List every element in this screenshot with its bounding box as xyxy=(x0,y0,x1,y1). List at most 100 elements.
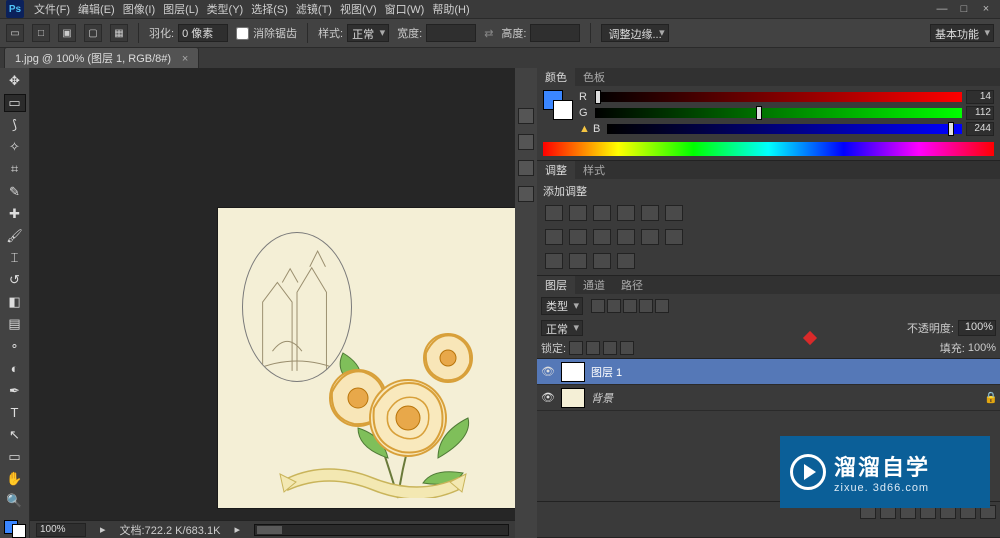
filter-pixel-icon[interactable] xyxy=(591,299,605,313)
menu-select[interactable]: 选择(S) xyxy=(251,1,288,17)
tab-adjustments[interactable]: 调整 xyxy=(537,161,575,179)
invert-icon[interactable] xyxy=(641,229,659,245)
lock-position-icon[interactable] xyxy=(603,341,617,355)
menu-view[interactable]: 视图(V) xyxy=(340,1,377,17)
heal-tool-icon[interactable]: ✚ xyxy=(4,205,26,223)
color-panel-swatch[interactable] xyxy=(543,90,573,120)
actions-panel-icon[interactable] xyxy=(518,134,534,150)
character-panel-icon[interactable] xyxy=(518,160,534,176)
menu-layer[interactable]: 图层(L) xyxy=(163,1,198,17)
pen-tool-icon[interactable]: ✒ xyxy=(4,382,26,400)
menu-edit[interactable]: 编辑(E) xyxy=(78,1,115,17)
hue-icon[interactable] xyxy=(665,205,683,221)
tab-styles[interactable]: 样式 xyxy=(575,161,613,179)
marquee-tool-icon[interactable]: ▭ xyxy=(4,94,26,112)
filter-shape-icon[interactable] xyxy=(639,299,653,313)
feather-input[interactable] xyxy=(178,24,228,42)
window-minimize[interactable]: — xyxy=(934,3,950,15)
visibility-toggle[interactable]: 👁 xyxy=(541,391,555,404)
history-panel-icon[interactable] xyxy=(518,108,534,124)
canvas-area[interactable]: 人間牡丹開 我夢春山空 憶鄉 情 xyxy=(30,68,515,538)
brightness-icon[interactable] xyxy=(545,205,563,221)
background-color[interactable] xyxy=(12,524,26,538)
shape-tool-icon[interactable]: ▭ xyxy=(4,448,26,466)
fill-value[interactable]: 100% xyxy=(968,342,996,354)
refine-edge-button[interactable]: 调整边缘... xyxy=(601,24,668,42)
layer-row-background[interactable]: 👁 背景 🔒 xyxy=(537,385,1000,411)
window-close[interactable]: × xyxy=(978,3,994,15)
gradient-map-icon[interactable] xyxy=(569,253,587,269)
tab-swatches[interactable]: 色板 xyxy=(575,68,613,86)
document-canvas[interactable]: 人間牡丹開 我夢春山空 憶鄉 情 xyxy=(218,208,515,508)
levels-icon[interactable] xyxy=(569,205,587,221)
color-spectrum[interactable] xyxy=(543,142,994,156)
menu-type[interactable]: 类型(Y) xyxy=(207,1,244,17)
tab-layers[interactable]: 图层 xyxy=(537,276,575,294)
wand-tool-icon[interactable]: ✧ xyxy=(4,138,26,156)
g-value[interactable]: 112 xyxy=(966,106,994,120)
layer-thumbnail[interactable] xyxy=(561,388,585,408)
hand-tool-icon[interactable]: ✋ xyxy=(4,470,26,488)
window-maximize[interactable]: □ xyxy=(956,3,972,15)
threshold-icon[interactable] xyxy=(545,253,563,269)
dodge-tool-icon[interactable]: ◐ xyxy=(4,359,26,377)
filter-adjust-icon[interactable] xyxy=(607,299,621,313)
lock-all-icon[interactable] xyxy=(620,341,634,355)
style-dropdown[interactable]: 正常 xyxy=(347,24,389,42)
new-selection-icon[interactable]: □ xyxy=(32,24,50,42)
g-slider[interactable] xyxy=(595,108,962,118)
history-brush-tool-icon[interactable]: ↺ xyxy=(4,271,26,289)
vibrance-icon[interactable] xyxy=(641,205,659,221)
visibility-toggle[interactable]: 👁 xyxy=(541,365,555,378)
eyedropper-tool-icon[interactable]: ✎ xyxy=(4,183,26,201)
lock-transparent-icon[interactable] xyxy=(569,341,583,355)
curves-icon[interactable] xyxy=(593,205,611,221)
layer-name[interactable]: 图层 1 xyxy=(591,364,996,380)
move-tool-icon[interactable]: ✥ xyxy=(4,72,26,90)
lock-image-icon[interactable] xyxy=(586,341,600,355)
zoom-expand-icon[interactable]: ▸ xyxy=(100,523,106,536)
lasso-tool-icon[interactable]: ⟆ xyxy=(4,116,26,134)
color-swatch[interactable] xyxy=(4,520,26,538)
photo-filter-icon[interactable] xyxy=(569,229,587,245)
tab-channels[interactable]: 通道 xyxy=(575,276,613,294)
channel-mixer-icon[interactable] xyxy=(593,229,611,245)
b-value[interactable]: 244 xyxy=(966,122,994,136)
b-slider[interactable] xyxy=(607,124,962,134)
layer-name[interactable]: 背景 xyxy=(591,390,978,406)
blur-tool-icon[interactable]: ∘ xyxy=(4,337,26,355)
eraser-tool-icon[interactable]: ◧ xyxy=(4,293,26,311)
bw-icon[interactable] xyxy=(545,229,563,245)
r-value[interactable]: 14 xyxy=(966,90,994,104)
path-tool-icon[interactable]: ↖ xyxy=(4,426,26,444)
menu-filter[interactable]: 滤镜(T) xyxy=(296,1,332,17)
paragraph-panel-icon[interactable] xyxy=(518,186,534,202)
menu-image[interactable]: 图像(I) xyxy=(123,1,155,17)
zoom-input[interactable] xyxy=(36,523,86,537)
gradient-tool-icon[interactable]: ▤ xyxy=(4,315,26,333)
opacity-value[interactable]: 100% xyxy=(958,320,996,336)
layer-filter-kind[interactable]: 类型 xyxy=(541,297,583,315)
document-tab-close[interactable]: × xyxy=(182,53,188,65)
gamut-warning-icon[interactable]: ▲ xyxy=(579,123,589,135)
workspace-switcher[interactable]: 基本功能 xyxy=(930,24,994,42)
crop-tool-icon[interactable]: ⌗ xyxy=(4,160,26,178)
filter-smart-icon[interactable] xyxy=(655,299,669,313)
add-selection-icon[interactable]: ▣ xyxy=(58,24,76,42)
menu-help[interactable]: 帮助(H) xyxy=(432,1,469,17)
adj-extra-icon[interactable] xyxy=(617,253,635,269)
subtract-selection-icon[interactable]: ▢ xyxy=(84,24,102,42)
layer-thumbnail[interactable] xyxy=(561,362,585,382)
r-slider[interactable] xyxy=(595,92,962,102)
color-lookup-icon[interactable] xyxy=(617,229,635,245)
brush-tool-icon[interactable]: 🖌 xyxy=(4,227,26,245)
antialias-checkbox[interactable] xyxy=(236,27,249,40)
document-tab[interactable]: 1.jpg @ 100% (图层 1, RGB/8#) × xyxy=(4,47,199,68)
zoom-tool-icon[interactable]: 🔍 xyxy=(4,492,26,510)
stamp-tool-icon[interactable]: ⌶ xyxy=(4,249,26,267)
selective-color-icon[interactable] xyxy=(593,253,611,269)
doc-info-expand-icon[interactable]: ▸ xyxy=(234,523,240,536)
filter-type-icon[interactable] xyxy=(623,299,637,313)
menu-file[interactable]: 文件(F) xyxy=(34,1,70,17)
exposure-icon[interactable] xyxy=(617,205,635,221)
